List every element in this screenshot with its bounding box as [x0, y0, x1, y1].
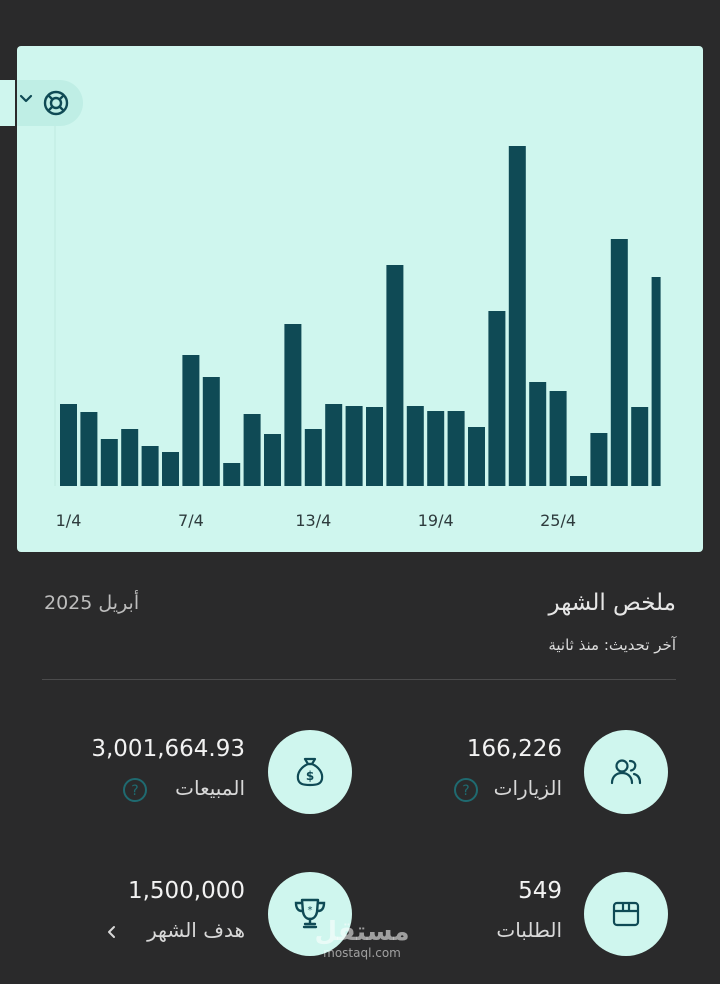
- bar-day-14[interactable]: [325, 404, 343, 486]
- summary-title: ملخص الشهر: [548, 590, 676, 616]
- visits-stat-icon: [584, 730, 668, 814]
- bar-day-30[interactable]: [651, 277, 661, 486]
- help-button[interactable]: [17, 80, 83, 126]
- daily-bar-chart: 1/4 7/4 13/4 19/4 25/4: [54, 126, 661, 530]
- watermark-main: مستقل: [314, 917, 410, 947]
- help-question-icon[interactable]: ?: [122, 777, 148, 803]
- summary-date: أبريل 2025: [44, 592, 140, 614]
- visits-label: الزيارات: [493, 776, 562, 800]
- chevron-left-icon[interactable]: [105, 924, 119, 940]
- x-tick-label: 7/4: [178, 511, 204, 530]
- bar-day-2[interactable]: [80, 412, 98, 486]
- bar-day-16[interactable]: [366, 407, 383, 486]
- goal-label[interactable]: هدف الشهر: [147, 918, 245, 942]
- orders-value: 549: [518, 878, 562, 904]
- bar-day-25[interactable]: [549, 391, 567, 486]
- goal-value: 1,500,000: [127, 878, 245, 904]
- bar-day-4[interactable]: [121, 429, 139, 486]
- bar-day-17[interactable]: [386, 265, 404, 486]
- users-icon: [610, 759, 642, 785]
- svg-text:*: *: [308, 905, 313, 916]
- bar-day-7[interactable]: [182, 355, 200, 486]
- bar-day-1[interactable]: [60, 404, 77, 486]
- bar-day-20[interactable]: [447, 411, 465, 486]
- orders-label: الطلبات: [496, 918, 562, 942]
- sales-stat-icon: $: [268, 730, 352, 814]
- daily-chart-card: 1/4 7/4 13/4 19/4 25/4: [17, 46, 703, 552]
- chevron-down-icon: [19, 94, 33, 103]
- help-question-icon[interactable]: ?: [453, 777, 479, 803]
- svg-text:$: $: [306, 769, 314, 783]
- bar-day-21[interactable]: [468, 427, 485, 486]
- bar-day-8[interactable]: [202, 377, 220, 486]
- bar-day-11[interactable]: [264, 434, 281, 486]
- bar-day-6[interactable]: [162, 452, 179, 486]
- box-icon: [612, 901, 640, 927]
- sales-value: 3,001,664.93: [91, 736, 245, 762]
- bar-day-13[interactable]: [304, 429, 322, 486]
- bar-day-3[interactable]: [100, 439, 118, 486]
- watermark-logo: مستقل mostaql.com: [312, 918, 412, 960]
- bar-day-29[interactable]: [631, 407, 649, 486]
- x-tick-label: 13/4: [295, 511, 331, 530]
- bar-day-15[interactable]: [345, 406, 363, 486]
- orders-stat-icon: [584, 872, 668, 956]
- bar-day-5[interactable]: [141, 446, 159, 486]
- bar-day-12[interactable]: [284, 324, 302, 486]
- side-drawer-tab[interactable]: [0, 80, 15, 126]
- bar-day-10[interactable]: [243, 414, 261, 486]
- bar-day-27[interactable]: [590, 433, 608, 486]
- lifebuoy-icon: [43, 90, 69, 116]
- bar-day-28[interactable]: [610, 239, 628, 486]
- svg-text:?: ?: [462, 783, 469, 799]
- x-tick-label: 19/4: [418, 511, 454, 530]
- sales-label: المبيعات: [175, 776, 245, 800]
- last-updated-text: آخر تحديث: منذ ثانية: [548, 636, 676, 654]
- bar-day-26[interactable]: [570, 476, 587, 486]
- bars-group: [54, 126, 661, 486]
- bar-day-18[interactable]: [406, 406, 424, 486]
- x-tick-label: 1/4: [56, 511, 82, 530]
- divider: [42, 679, 676, 680]
- x-axis-ticks: 1/4 7/4 13/4 19/4 25/4: [56, 511, 576, 530]
- bar-day-9[interactable]: [223, 463, 241, 486]
- watermark-sub: mostaql.com: [323, 946, 401, 960]
- x-tick-label: 25/4: [540, 511, 576, 530]
- visits-value: 166,226: [466, 736, 562, 762]
- bar-day-22[interactable]: [488, 311, 506, 486]
- money-bag-icon: $: [296, 757, 324, 787]
- bar-day-23[interactable]: [508, 146, 526, 486]
- bar-day-19[interactable]: [427, 411, 445, 486]
- svg-text:?: ?: [131, 783, 138, 799]
- bar-day-24[interactable]: [529, 382, 547, 486]
